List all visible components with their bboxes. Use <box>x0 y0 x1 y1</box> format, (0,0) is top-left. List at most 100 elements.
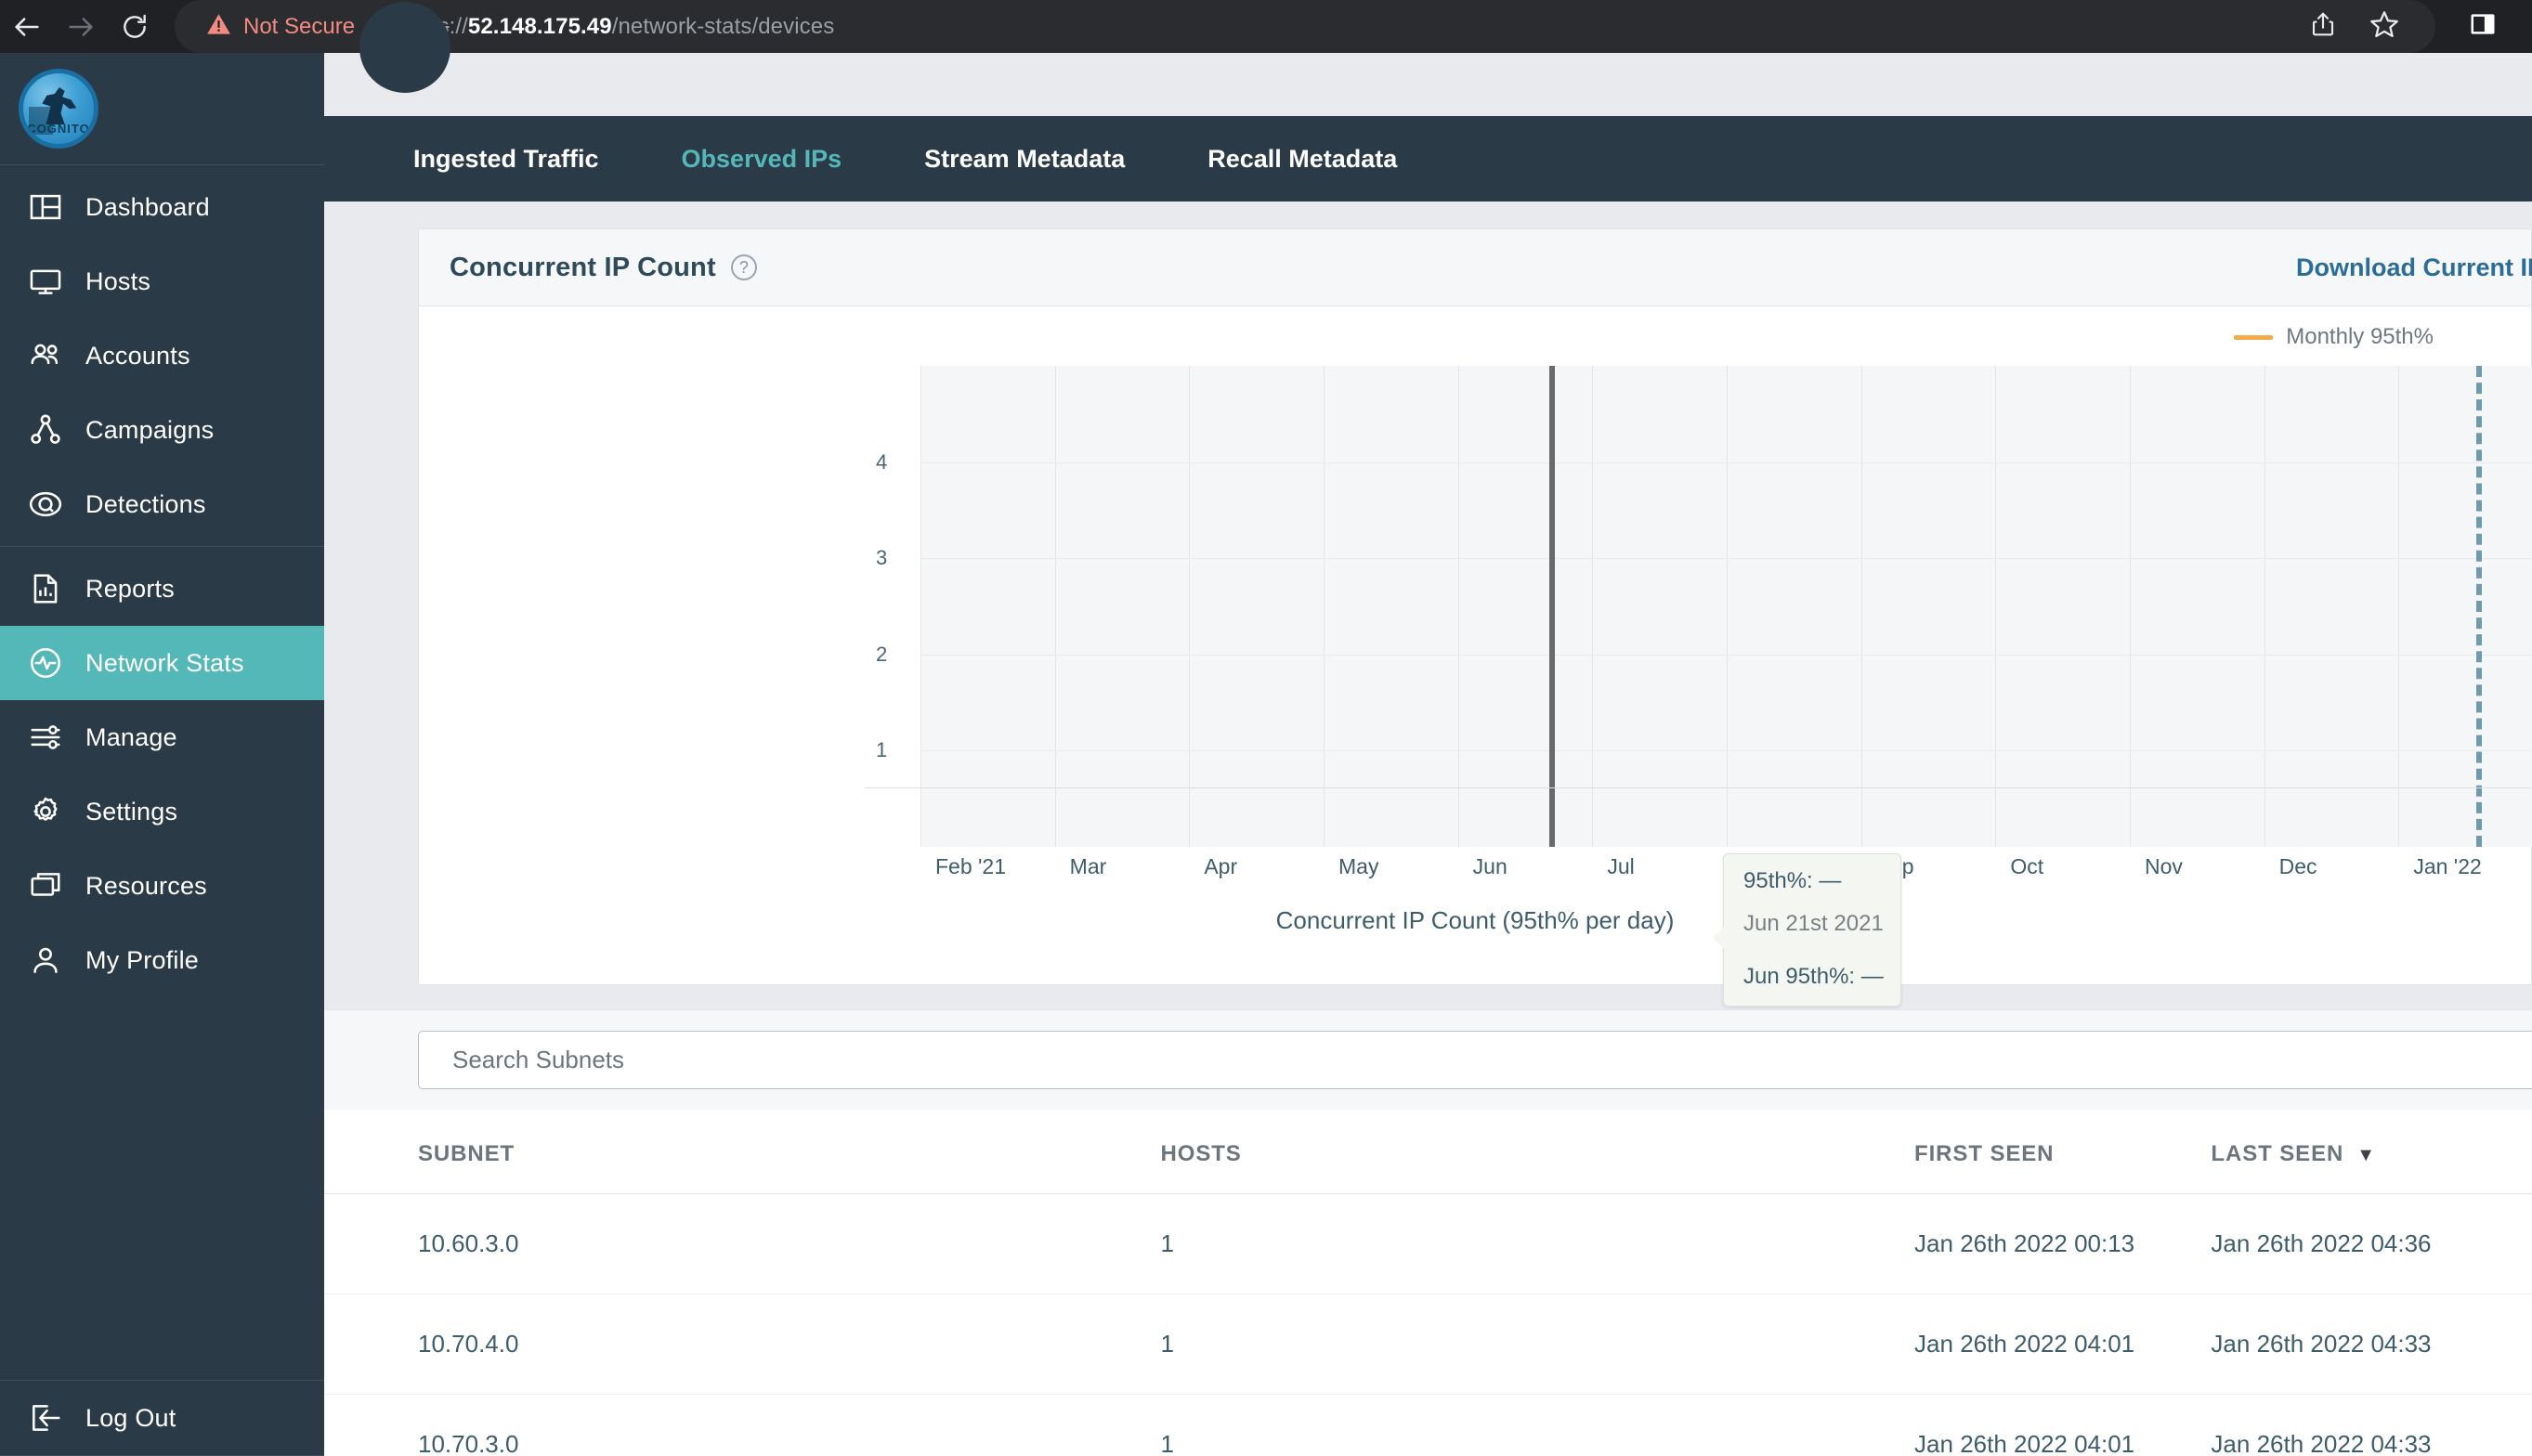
sidebar-item-settings[interactable]: Settings <box>0 774 324 849</box>
tab-ingested-traffic[interactable]: Ingested Traffic <box>413 145 599 174</box>
logo-figure-icon <box>42 86 77 124</box>
sidebar-item-accounts[interactable]: Accounts <box>0 318 324 393</box>
search-input[interactable] <box>418 1031 2532 1089</box>
column-header-hosts[interactable]: HOSTS <box>1160 1110 1915 1194</box>
security-status-label: Not Secure <box>243 13 356 39</box>
user-icon <box>28 942 85 978</box>
sidebar-item-detections[interactable]: Detections <box>0 467 324 541</box>
sidebar-item-dashboard[interactable]: Dashboard <box>0 170 324 244</box>
chart-vertical-gridline <box>1995 366 1997 847</box>
help-circle-icon[interactable]: ? <box>730 254 757 280</box>
x-axis-line <box>865 787 2531 788</box>
url-text: https://52.148.175.49/network-stats/devi… <box>400 14 834 40</box>
column-header-subnet[interactable]: SUBNET <box>324 1110 1161 1194</box>
sidebar-item-label: Detections <box>85 489 206 518</box>
table-row[interactable]: 10.60.3.0 1 Jan 26th 2022 00:13 Jan 26th… <box>324 1193 2532 1294</box>
avatar[interactable] <box>359 2 450 93</box>
cell-last-seen: Jan 26th 2022 04:33 <box>2211 1394 2532 1456</box>
tab-label: Observed IPs <box>681 144 842 173</box>
tab-label: Stream Metadata <box>924 144 1126 173</box>
sidebar-item-label: Log Out <box>85 1403 176 1432</box>
chart-vertical-gridline <box>2398 366 2400 847</box>
share-button[interactable] <box>2292 0 2354 53</box>
sidebar-item-network-stats[interactable]: Network Stats <box>0 626 324 700</box>
logout-icon <box>28 1400 85 1436</box>
cell-hosts: 1 <box>1160 1394 1915 1456</box>
star-icon <box>2369 9 2399 44</box>
page-title: Concurrent IP Count <box>450 252 716 282</box>
forward-button[interactable] <box>54 0 108 53</box>
target-icon <box>28 487 85 522</box>
tab-recall-metadata[interactable]: Recall Metadata <box>1207 145 1397 174</box>
sidebar: COGNITO Dashboard Hosts Accounts Campaig… <box>0 53 324 1456</box>
chart-vertical-gridline <box>1324 366 1325 847</box>
tab-stream-metadata[interactable]: Stream Metadata <box>924 145 1125 174</box>
plot-inner <box>920 366 2532 847</box>
column-header-first-seen[interactable]: FIRST SEEN <box>1914 1110 2212 1194</box>
bookmark-button[interactable] <box>2354 0 2415 53</box>
cell-first-seen: Jan 26th 2022 04:01 <box>1914 1294 2212 1395</box>
cell-subnet: 10.70.3.0 <box>324 1394 1161 1456</box>
chart-horizontal-gridline <box>920 462 2532 463</box>
sidebar-item-my-profile[interactable]: My Profile <box>0 923 324 997</box>
monitor-icon <box>28 264 85 299</box>
chart-vertical-gridline <box>2264 366 2265 847</box>
cell-subnet: 10.60.3.0 <box>324 1193 1161 1294</box>
table-row[interactable]: 10.70.3.0 1 Jan 26th 2022 04:01 Jan 26th… <box>324 1394 2532 1456</box>
chart-horizontal-gridline <box>920 558 2532 560</box>
chart-horizontal-gridline <box>920 654 2532 656</box>
x-axis-tick-label: Nov <box>2145 854 2183 878</box>
cell-last-seen: Jan 26th 2022 04:36 <box>2211 1193 2532 1294</box>
back-arrow-icon <box>11 11 43 43</box>
sidebar-item-label: Resources <box>85 871 207 900</box>
reload-button[interactable] <box>108 0 162 53</box>
sidebar-item-reports[interactable]: Reports <box>0 552 324 626</box>
tooltip-monthly-95th: Jun 95th%: — <box>1743 964 1884 989</box>
cognito-logo-icon: COGNITO <box>19 69 98 149</box>
cell-hosts: 1 <box>1160 1193 1915 1294</box>
chart-vertical-gridline <box>2130 366 2131 847</box>
sidebar-item-hosts[interactable]: Hosts <box>0 244 324 318</box>
chart-vertical-gridline <box>1592 366 1594 847</box>
x-axis-tick-label: Feb '21 <box>935 854 1006 878</box>
sidebar-item-label: Manage <box>85 722 177 751</box>
tab-observed-ips[interactable]: Observed IPs <box>682 145 842 174</box>
sidebar-item-manage[interactable]: Manage <box>0 700 324 774</box>
chart-body: Monthly 95th% Feb '21MarAprMayJunJulAugS… <box>419 306 2532 1007</box>
tab-bar: Ingested Traffic Observed IPs Stream Met… <box>324 116 2532 216</box>
plot-area[interactable]: Feb '21MarAprMayJunJulAugSepOctNovDecJan… <box>419 366 2532 878</box>
chart-vertical-gridline <box>1860 366 1862 847</box>
not-secure-warning-icon <box>206 12 231 42</box>
application-shell: COGNITO Dashboard Hosts Accounts Campaig… <box>0 2 2532 1456</box>
table-row[interactable]: 10.70.4.0 1 Jan 26th 2022 04:01 Jan 26th… <box>324 1294 2532 1395</box>
card-header: Concurrent IP Count ? Download Current I… <box>419 229 2532 306</box>
top-strip <box>324 2 2532 116</box>
tooltip-date: Jun 21st 2021 <box>1743 911 1884 936</box>
brand-logo[interactable]: COGNITO <box>0 53 324 165</box>
address-bar[interactable]: Not Secure https://52.148.175.49/network… <box>175 0 2532 53</box>
cell-subnet: 10.70.4.0 <box>324 1294 1161 1395</box>
pulse-icon <box>28 645 85 681</box>
sidebar-item-label: Network Stats <box>85 648 244 677</box>
browser-sidebar-toggle-button[interactable] <box>2452 0 2513 53</box>
column-header-last-seen[interactable]: LAST SEEN ▼ <box>2211 1110 2532 1194</box>
sidebar-item-campaigns[interactable]: Campaigns <box>0 393 324 467</box>
content-area: Concurrent IP Count ? Download Current I… <box>324 202 2532 1456</box>
back-button[interactable] <box>0 0 54 53</box>
x-axis-tick-label: Jun <box>1472 854 1507 878</box>
sidebar-toggle-icon <box>2469 10 2497 43</box>
cell-hosts: 1 <box>1160 1294 1915 1395</box>
x-axis-tick-label: Oct <box>2010 854 2044 878</box>
sidebar-item-log-out[interactable]: Log Out <box>0 1381 324 1455</box>
concurrent-ip-count-card: Concurrent IP Count ? Download Current I… <box>418 228 2532 1007</box>
url-separator: :// <box>449 13 468 39</box>
chart-legend: Monthly 95th% <box>2234 324 2434 350</box>
main-region: Ingested Traffic Observed IPs Stream Met… <box>324 2 2532 1456</box>
tooltip-value-95th: 95th%: — <box>1743 868 1842 893</box>
toolbar-actions <box>2292 0 2532 53</box>
chart-marker-line <box>2476 366 2483 847</box>
sidebar-item-resources[interactable]: Resources <box>0 849 324 923</box>
chart-vertical-gridline <box>1457 366 1459 847</box>
report-icon <box>28 571 85 606</box>
download-current-ips-link[interactable]: Download Current IPs (CSV) <box>2296 254 2532 282</box>
